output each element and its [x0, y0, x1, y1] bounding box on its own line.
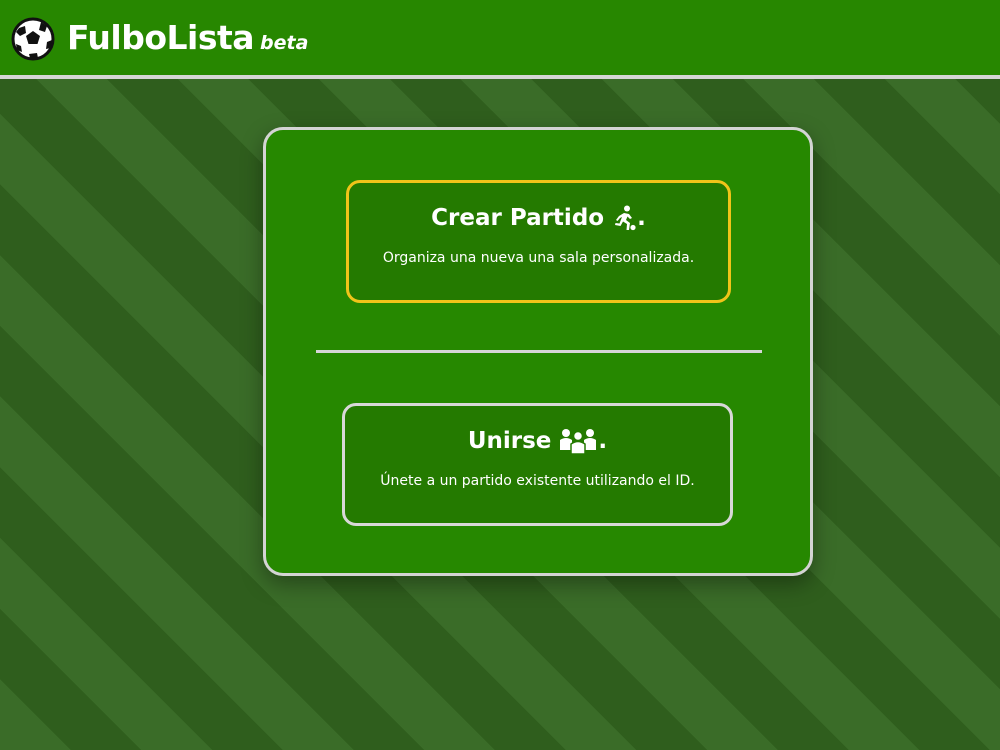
join-title-suffix: .	[598, 428, 608, 454]
soccer-ball-icon[interactable]	[11, 17, 55, 61]
join-match-description: Únete a un partido existente utilizando …	[380, 473, 695, 489]
brand-name: FulboLista	[67, 18, 255, 57]
create-match-button[interactable]: Crear Partido . Organiza una nueva una s…	[346, 180, 731, 303]
join-match-button[interactable]: Unirse . Únete a un partido existente ut…	[342, 403, 733, 526]
running-player-icon	[615, 205, 636, 231]
section-divider	[316, 350, 762, 353]
create-match-title-text: Crear Partido	[431, 205, 605, 231]
app-header: FulboLista beta	[0, 0, 1000, 79]
join-match-title: Unirse .	[345, 426, 730, 456]
home-panel: Crear Partido . Organiza una nueva una s…	[263, 127, 813, 576]
create-title-suffix: .	[637, 205, 646, 231]
brand-title[interactable]: FulboLista beta	[67, 16, 308, 65]
group-people-icon	[560, 429, 597, 454]
create-match-title: Crear Partido .	[349, 203, 728, 233]
beta-tag: beta	[260, 32, 309, 54]
create-match-description: Organiza una nueva una sala personalizad…	[382, 250, 695, 266]
join-match-title-text: Unirse	[467, 428, 552, 454]
